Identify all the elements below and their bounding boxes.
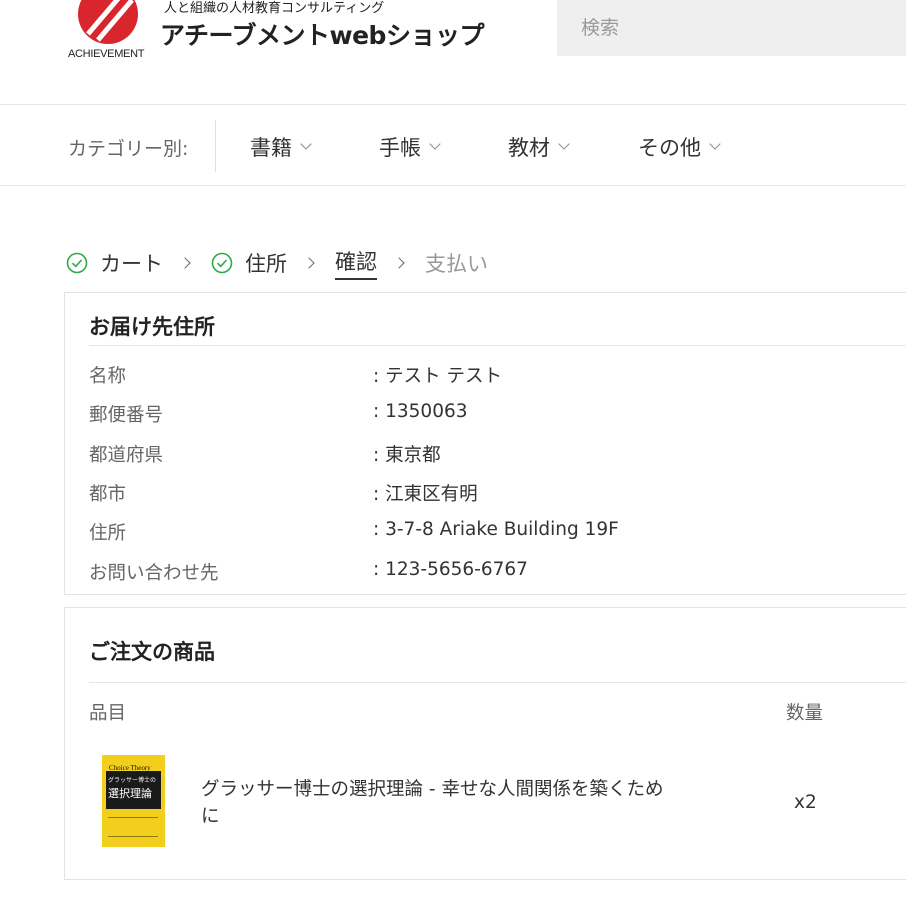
address-key: 郵便番号 [89, 405, 164, 426]
address-key: 都市 [89, 484, 127, 505]
divider [89, 345, 906, 346]
step-confirm-label: 確認 [335, 246, 377, 280]
chevron-right-icon [179, 257, 191, 269]
address-value: : 1350063 [373, 401, 468, 422]
address-value: : 江東区有明 [373, 484, 478, 505]
category-materials-label: 教材 [508, 136, 550, 160]
checkout-breadcrumb: カート 住所 確認 支払い [66, 246, 488, 280]
step-cart[interactable]: カート [66, 248, 163, 278]
chevron-right-icon [393, 257, 405, 269]
address-value: : 3-7-8 Ariake Building 19F [373, 519, 619, 540]
chevron-down-icon [709, 138, 721, 150]
order-items-panel: ご注文の商品 品目 数量 Choice Theory グラッサー博士の 選択理論… [64, 607, 906, 880]
shipping-address-title: お届け先住所 [89, 315, 215, 339]
category-books[interactable]: 書籍 [250, 132, 312, 162]
address-value: : テスト テスト [373, 366, 502, 387]
category-books-label: 書籍 [250, 136, 292, 160]
step-address[interactable]: 住所 [211, 248, 287, 278]
achievement-logo-icon[interactable] [74, 0, 142, 46]
cover-title: 選択理論 [108, 787, 152, 800]
product-name[interactable]: グラッサー博士の選択理論 - 幸せな人間関係を築くために [201, 776, 671, 830]
address-key: 住所 [89, 523, 127, 544]
step-address-label: 住所 [245, 252, 287, 276]
category-nav-label: カテゴリー別: [68, 138, 189, 160]
order-items-title: ご注文の商品 [89, 640, 215, 664]
product-quantity: x2 [794, 792, 817, 813]
category-planners-label: 手帳 [379, 136, 421, 160]
divider [89, 682, 906, 683]
category-nav: カテゴリー別: 書籍 手帳 教材 その他 [0, 106, 906, 186]
address-value: : 123-5656-6767 [373, 559, 528, 580]
site-header: ACHIEVEMENT 人と組織の人材教育コンサルティング アチーブメントweb… [0, 0, 906, 105]
search-input[interactable] [557, 0, 906, 56]
cover-text-lines [108, 817, 158, 837]
site-title[interactable]: アチーブメントwebショップ [160, 16, 484, 52]
cover-subtitle: グラッサー博士の [108, 777, 157, 784]
chevron-down-icon [429, 138, 441, 150]
product-thumbnail[interactable]: Choice Theory グラッサー博士の 選択理論 [102, 755, 165, 847]
step-payment-label: 支払い [425, 252, 488, 276]
chevron-down-icon [558, 138, 570, 150]
address-key: 都道府県 [89, 445, 164, 466]
chevron-right-icon [303, 257, 315, 269]
step-cart-label: カート [100, 252, 163, 276]
logo-wordmark: ACHIEVEMENT [68, 48, 145, 60]
address-key: お問い合わせ先 [89, 563, 219, 584]
category-other[interactable]: その他 [638, 132, 721, 162]
address-value: : 東京都 [373, 445, 441, 466]
search-box[interactable] [557, 0, 906, 56]
category-other-label: その他 [638, 136, 701, 160]
step-payment: 支払い [425, 248, 488, 278]
check-circle-icon [66, 252, 88, 274]
column-header-item: 品目 [89, 703, 127, 724]
chevron-down-icon [300, 138, 312, 150]
check-circle-icon [211, 252, 233, 274]
category-divider [215, 120, 216, 172]
step-confirm: 確認 [335, 246, 377, 280]
category-materials[interactable]: 教材 [508, 132, 570, 162]
logo-tagline: 人と組織の人材教育コンサルティング [164, 1, 385, 16]
shipping-address-panel: お届け先住所 名称 : テスト テスト 郵便番号 : 1350063 都道府県 … [64, 292, 906, 595]
address-key: 名称 [89, 366, 127, 387]
category-planners[interactable]: 手帳 [379, 132, 441, 162]
column-header-quantity: 数量 [786, 703, 824, 724]
